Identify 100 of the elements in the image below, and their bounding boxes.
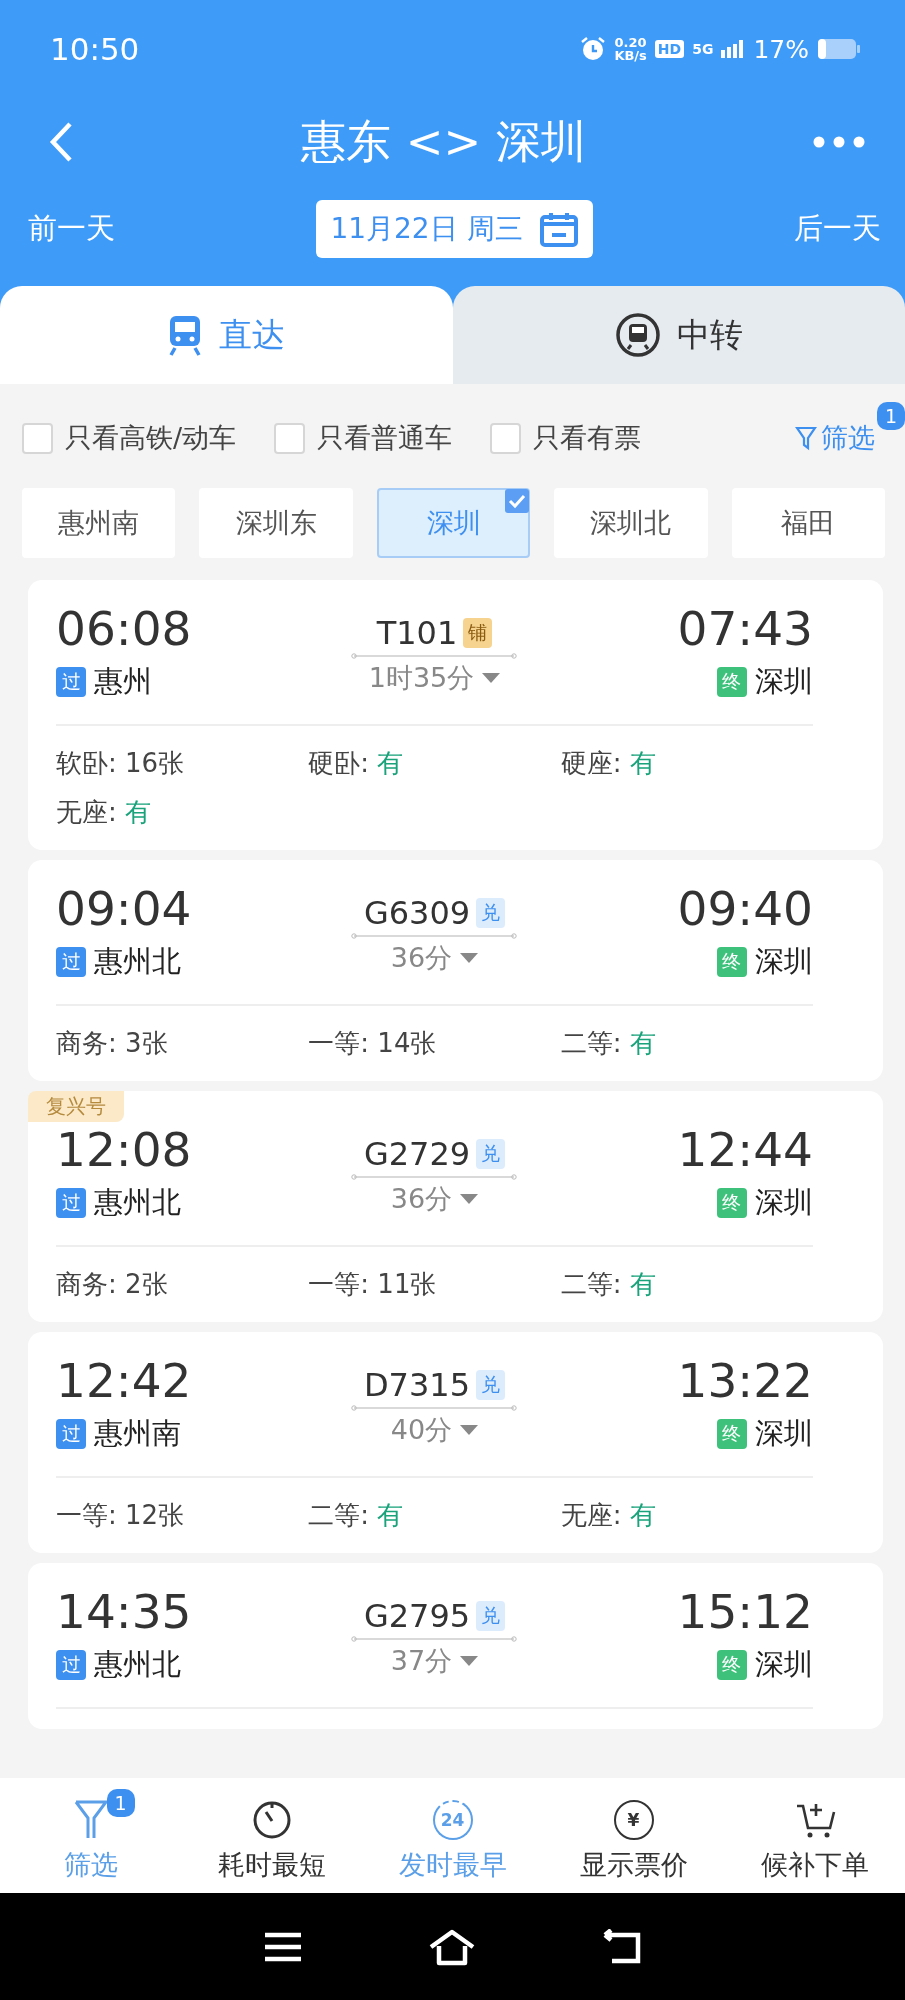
seat-availability: 二等: 有 <box>560 1027 657 1060</box>
clock-24-icon: 24 <box>432 1799 473 1840</box>
arrival-station: 深圳 <box>755 1646 813 1683</box>
station-chip[interactable]: 深圳东 <box>199 488 353 558</box>
train-card[interactable]: 14:35 过 惠州北 G2795 兑 37分 15:12 终 深圳 <box>28 1563 883 1729</box>
train-tag: 兑 <box>476 1601 506 1631</box>
battery-icon <box>817 38 861 60</box>
seat-availability: 软卧: 16张 <box>56 747 186 780</box>
seat-availability: 一等: 12张 <box>56 1499 186 1532</box>
train-card[interactable]: 06:08 过 惠州 T101 铺 1时35分 07:43 终 深圳 软卧: 16张 硬卧: 有 硬座: 有 无座: 有 <box>28 580 883 850</box>
caret-down-icon <box>460 1656 479 1666</box>
seat-availability: 硬卧: 有 <box>308 747 405 780</box>
train-number: G2795 <box>363 1597 471 1635</box>
signal-icon <box>721 40 746 58</box>
seat-availability: 一等: 14张 <box>308 1027 438 1060</box>
seat-availability: 无座: 有 <box>560 1499 657 1532</box>
timer-icon <box>251 1799 292 1840</box>
seat-availability: 商务: 2张 <box>56 1268 169 1301</box>
check-corner-icon <box>505 489 530 513</box>
caret-down-icon <box>460 1425 479 1435</box>
caret-down-icon <box>460 1194 479 1204</box>
departure-time: 09:04 <box>56 880 193 938</box>
filter-checkbox[interactable]: 只看有票 <box>490 420 642 456</box>
train-number: D7315 <box>363 1366 471 1404</box>
departure-time: 06:08 <box>56 600 193 658</box>
transfer-icon <box>614 312 661 358</box>
pass-badge: 过 <box>56 667 86 697</box>
train-tag: 兑 <box>476 898 506 928</box>
train-tag: 兑 <box>476 1370 506 1400</box>
train-number: T101 <box>376 614 458 652</box>
route-tab[interactable]: 中转 <box>452 286 905 384</box>
arrival-time: 12:44 <box>677 1121 813 1179</box>
caret-down-icon <box>482 673 501 683</box>
seat-availability: 二等: 有 <box>308 1499 405 1532</box>
terminal-badge: 终 <box>717 1188 747 1218</box>
sort-tab[interactable]: ¥ 显示票价 <box>543 1784 724 1887</box>
network-type: 5G <box>692 41 714 57</box>
duration: 37分 <box>390 1644 453 1678</box>
departure-station: 惠州北 <box>94 1646 181 1683</box>
terminal-badge: 终 <box>717 1419 747 1449</box>
more-icon[interactable] <box>813 136 865 148</box>
battery-percent: 17% <box>753 34 809 64</box>
status-time: 10:50 <box>50 31 140 67</box>
departure-station: 惠州北 <box>94 1184 181 1221</box>
arrival-time: 15:12 <box>677 1583 813 1641</box>
count-badge: 1 <box>106 1788 135 1817</box>
train-ribbon: 复兴号 <box>28 1091 124 1122</box>
filter-badge: 1 <box>877 402 905 430</box>
pass-badge: 过 <box>56 1650 86 1680</box>
pass-badge: 过 <box>56 947 86 977</box>
seat-availability: 商务: 3张 <box>56 1027 169 1060</box>
filter-checkbox[interactable]: 只看高铁/动车 <box>22 420 237 456</box>
arrival-time: 13:22 <box>677 1352 813 1410</box>
departure-time: 12:42 <box>56 1352 193 1410</box>
hd-indicator: HD <box>654 40 685 58</box>
train-number: G6309 <box>363 894 471 932</box>
funnel-icon <box>795 425 817 451</box>
duration: 36分 <box>390 1182 453 1216</box>
arrival-time: 09:40 <box>677 880 813 938</box>
train-tag: 兑 <box>476 1139 506 1169</box>
duration: 36分 <box>390 941 453 975</box>
duration: 40分 <box>390 1413 453 1447</box>
filter-checkbox[interactable]: 只看普通车 <box>274 420 453 456</box>
alarm-icon <box>580 36 607 62</box>
train-card[interactable]: 复兴号 12:08 过 惠州北 G2729 兑 36分 12:44 终 深圳 商务: 2张 一等: 11张 二等: 有 <box>28 1091 883 1322</box>
seat-availability: 二等: 有 <box>560 1268 657 1301</box>
departure-time: 12:08 <box>56 1121 193 1179</box>
departure-time: 14:35 <box>56 1583 193 1641</box>
pass-badge: 过 <box>56 1188 86 1218</box>
departure-station: 惠州 <box>94 663 152 700</box>
departure-station: 惠州南 <box>94 1415 181 1452</box>
home-icon[interactable] <box>427 1927 476 1966</box>
caret-down-icon <box>460 953 479 963</box>
station-chip[interactable]: 深圳北 <box>554 488 708 558</box>
seat-availability: 硬座: 有 <box>560 747 657 780</box>
terminal-badge: 终 <box>717 1650 747 1680</box>
train-tag: 铺 <box>463 618 493 648</box>
arrival-station: 深圳 <box>755 663 813 700</box>
sort-tab[interactable]: 耗时最短 <box>181 1784 362 1887</box>
arrival-station: 深圳 <box>755 1415 813 1452</box>
calendar-icon <box>538 211 579 247</box>
duration: 1时35分 <box>368 661 475 695</box>
speed-unit: KB/s <box>614 49 647 62</box>
train-card[interactable]: 12:42 过 惠州南 D7315 兑 40分 13:22 终 深圳 一等: 12张 二等: 有 无座: 有 <box>28 1332 883 1553</box>
train-card[interactable]: 09:04 过 惠州北 G6309 兑 36分 09:40 终 深圳 商务: 3张 一等: 14张 二等: 有 <box>28 860 883 1081</box>
arrival-time: 07:43 <box>677 600 813 658</box>
seat-availability: 无座: 有 <box>56 796 153 829</box>
network-speed: 0.20 <box>614 36 647 49</box>
station-chip[interactable]: 惠州南 <box>22 488 176 558</box>
train-number: G2729 <box>363 1135 471 1173</box>
terminal-badge: 终 <box>717 947 747 977</box>
departure-station: 惠州北 <box>94 943 181 980</box>
menu-icon[interactable] <box>262 1930 303 1963</box>
seat-availability: 一等: 11张 <box>308 1268 438 1301</box>
sort-tab[interactable]: 候补下单 <box>724 1784 905 1887</box>
pass-badge: 过 <box>56 1419 86 1449</box>
station-chip[interactable]: 福田 <box>731 488 886 558</box>
yen-icon: ¥ <box>613 1799 654 1840</box>
route-title: 惠东 <> 深圳 <box>301 114 586 170</box>
terminal-badge: 终 <box>717 667 747 697</box>
